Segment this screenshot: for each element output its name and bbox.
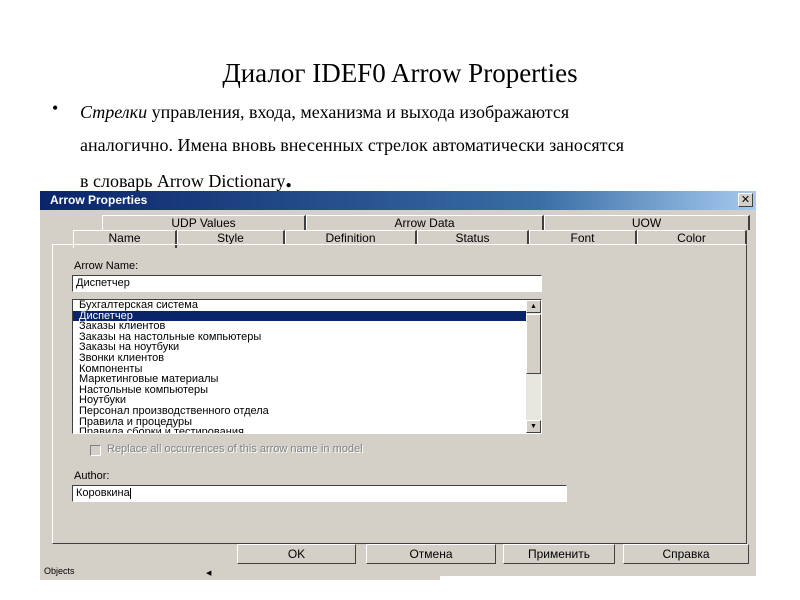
objects-tab[interactable]: Objects (44, 566, 75, 576)
bullet-end-mark: . (285, 164, 292, 193)
text-caret (129, 487, 131, 499)
apply-button[interactable]: Применить (503, 544, 615, 564)
bullet-line-3: в словарь Arrow Dictionary (80, 171, 286, 191)
tab-udp-values[interactable]: UDP Values (102, 215, 306, 230)
cancel-button[interactable]: Отмена (366, 544, 496, 564)
tab-style[interactable]: Style (177, 230, 285, 245)
author-input[interactable]: Коровкина (72, 485, 567, 502)
ok-button[interactable]: OK (237, 544, 356, 564)
arrow-name-label: Arrow Name: (74, 260, 139, 272)
bullet-line-2: аналогично. Имена вновь внесенных стрело… (80, 135, 624, 155)
scroll-down-button[interactable]: ▼ (526, 420, 541, 433)
tab-definition[interactable]: Definition (285, 230, 417, 245)
triangle-down-icon: ▼ (530, 423, 537, 430)
list-item[interactable]: Настольные компьютеры (73, 384, 541, 396)
list-rows: Бухгалтерская система Диспетчер Заказы кли… (73, 300, 541, 433)
arrow-name-value: Диспетчер (76, 277, 130, 289)
bullet-italic-word: Стрелки (80, 102, 148, 122)
replace-all-checkbox[interactable] (90, 445, 101, 456)
close-icon: ✕ (740, 194, 751, 206)
triangle-left-icon[interactable]: ◀ (206, 569, 211, 577)
arrow-name-input[interactable]: Диспетчер (72, 275, 542, 292)
objects-label: Objects (44, 566, 75, 576)
tab-arrow-data[interactable]: Arrow Data (306, 215, 544, 230)
scroll-thumb[interactable] (526, 314, 541, 374)
bullet-line-1: управления, входа, механизма и выхода из… (147, 102, 570, 122)
author-value: Коровкина (76, 487, 130, 499)
dialog-titlebar[interactable]: Arrow Properties ✕ (40, 191, 756, 210)
author-label: Author: (74, 470, 110, 482)
close-button[interactable]: ✕ (738, 193, 753, 207)
scroll-up-button[interactable]: ▲ (526, 300, 541, 313)
taskbar-strip (40, 566, 440, 580)
replace-all-label: Replace all occurrences of this arrow na… (107, 443, 363, 455)
tab-color[interactable]: Color (637, 230, 747, 245)
bullet-marker: • (52, 98, 59, 118)
list-scrollbar[interactable]: ▲ ▼ (526, 300, 541, 433)
list-item[interactable]: Звонки клиентов (73, 353, 541, 364)
list-item[interactable]: Персонал производственного отдела (73, 406, 541, 417)
help-button[interactable]: Справка (623, 544, 749, 564)
tab-status[interactable]: Status (417, 230, 529, 245)
tab-uow[interactable]: UOW (544, 215, 750, 230)
bullet-text: Стрелки управления, входа, механизма и в… (80, 96, 770, 198)
list-item[interactable]: Правила сборки и тестирования (73, 427, 541, 433)
tab-font[interactable]: Font (529, 230, 637, 245)
triangle-up-icon: ▲ (530, 303, 537, 310)
dialog-title: Arrow Properties (50, 193, 148, 207)
list-item[interactable]: Бухгалтерская система (73, 300, 541, 311)
arrow-name-listbox[interactable]: Бухгалтерская система Диспетчер Заказы кли… (72, 299, 542, 434)
slide-title: Диалог IDEF0 Arrow Properties (222, 58, 578, 88)
